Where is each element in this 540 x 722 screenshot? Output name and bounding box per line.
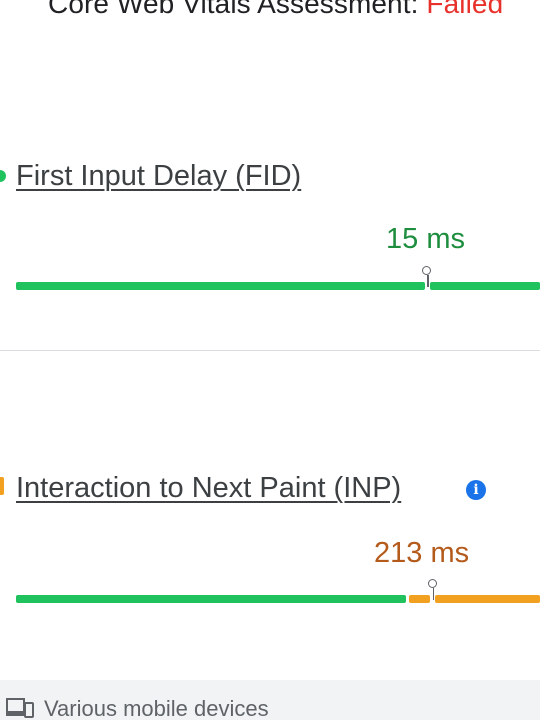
metric-inp-value: 213 ms (374, 537, 470, 569)
distribution-segment (435, 595, 540, 603)
assessment-title: Core Web Vitals Assessment: (48, 0, 427, 19)
distribution-segment (16, 595, 407, 603)
metric-inp-title[interactable]: Interaction to Next Paint (INP) (16, 472, 401, 505)
footer-device-label: Various mobile devices (44, 696, 269, 721)
devices-icon (6, 698, 34, 718)
distribution-segment (429, 282, 540, 290)
distribution-segment (409, 595, 430, 603)
metric-fid-value: 15 ms (386, 223, 465, 255)
info-icon[interactable]: i (466, 480, 486, 500)
assessment-status: Failed (426, 0, 504, 19)
metric-inp-distribution-bar (16, 579, 540, 603)
metric-fid-distribution-bar (16, 266, 540, 290)
metric-fid-title[interactable]: First Input Delay (FID) (16, 160, 301, 193)
footer-bar: Various mobile devices (0, 680, 540, 721)
section-divider (0, 350, 540, 351)
good-status-dot-icon (0, 170, 6, 182)
assessment-header: Core Web Vitals Assessment: Failed (48, 0, 503, 20)
needs-improvement-indicator-icon (0, 477, 4, 495)
distribution-segment (16, 282, 425, 290)
